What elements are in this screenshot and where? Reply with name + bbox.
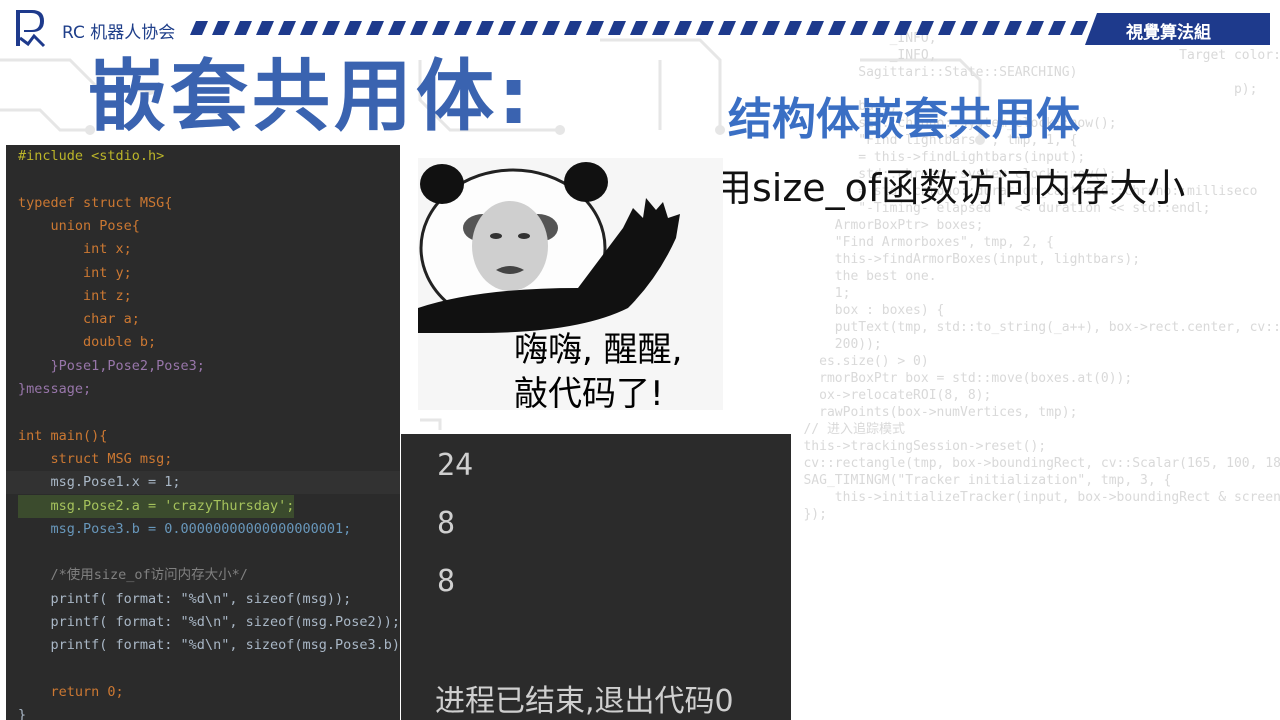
process-exit-message: 进程已结束,退出代码0 <box>435 684 734 719</box>
background-code-line: // 进入追踪模式 <box>780 422 905 437</box>
code-text: typedef struct MSG{ <box>18 194 173 211</box>
slide-description: 使用size_of函数访问内存大小 <box>676 166 1186 210</box>
code-text: int z; <box>18 287 132 304</box>
background-code-line: 200)); <box>780 337 882 352</box>
background-code-line: }); <box>780 507 827 522</box>
code-line: struct MSG msg; <box>6 448 400 471</box>
code-text: printf( format: "%d\n", sizeof(msg.Pose3… <box>18 637 401 654</box>
code-text: union Pose{ <box>18 217 140 234</box>
code-line: int x; <box>6 238 400 261</box>
code-line: }message; <box>6 378 400 401</box>
code-line: msg.Pose1.x = 1; <box>6 471 400 495</box>
background-code-line: ArmorBoxPtr> boxes; <box>780 218 984 233</box>
code-line: printf( format: "%d\n", sizeof(msg.Pose3… <box>6 634 401 657</box>
code-editor-panel: #include <stdio.h> typedef struct MSG{ u… <box>6 145 400 720</box>
code-line: char a; <box>6 308 400 331</box>
background-code-line: cv::rectangle(tmp, box->boundingRect, cv… <box>780 456 1280 471</box>
code-text: }Pose1,Pose2,Pose3; <box>18 357 205 374</box>
code-text: msg.Pose3.b = 0.00000000000000000001; <box>18 520 352 537</box>
code-line: msg.Pose3.b = 0.00000000000000000001; <box>6 518 400 541</box>
code-text: struct MSG msg; <box>18 450 173 467</box>
panda-face-icon <box>418 162 680 333</box>
background-code-line: es.size() > 0) <box>780 354 929 369</box>
code-text: printf( format: "%d\n", sizeof(msg)); <box>18 590 352 607</box>
code-text: printf( format: "%d\n", sizeof(msg.Pose2… <box>18 614 401 630</box>
code-line: } <box>6 704 400 720</box>
background-code-line: this->findArmorBoxes(input, lightbars); <box>780 252 1141 267</box>
code-line: double b; <box>6 331 400 354</box>
code-text: msg.Pose2.a = 'crazyThursday'; <box>18 494 295 518</box>
slide-subtitle: 结构体嵌套共用体 <box>728 94 1080 145</box>
background-code-line: putText(tmp, std::to_string(_a++), box->… <box>780 320 1280 335</box>
code-text: /*使用size_of访问内存大小*/ <box>18 567 248 584</box>
panda-meme-image <box>418 158 723 410</box>
background-code-line: the best one. <box>780 269 937 284</box>
console-output-panel: 24 8 8 进程已结束,退出代码0 <box>401 434 791 720</box>
code-line: int z; <box>6 285 400 308</box>
code-text: #include <stdio.h> <box>18 148 165 164</box>
rc-logo-icon <box>16 10 46 48</box>
code-line: /*使用size_of访问内存大小*/ <box>6 564 400 587</box>
background-code-line: ox->relocateROI(8, 8); <box>780 388 992 403</box>
meme-caption-line1: 嗨嗨, 醒醒, <box>514 330 683 370</box>
background-code-line: _INFO, Target color: <box>780 48 1280 63</box>
code-text: msg.Pose1.x = 1; <box>18 474 181 491</box>
output-value: 8 <box>437 564 456 599</box>
code-line: msg.Pose2.a = 'crazyThursday'; <box>6 494 400 518</box>
code-line: int main(){ <box>6 425 400 448</box>
background-code-line: Sagittari::State::SEARCHING) <box>780 65 1078 80</box>
code-line: printf( format: "%d\n", sizeof(msg.Pose2… <box>6 611 401 634</box>
background-code-line: this->initializeTracker(input, box->boun… <box>780 490 1280 505</box>
background-code-line: 1; <box>780 286 851 301</box>
background-code-line: this->trackingSession->reset(); <box>780 439 1047 454</box>
code-line: typedef struct MSG{ <box>6 192 400 215</box>
code-text: int x; <box>18 241 132 258</box>
code-text: char a; <box>18 311 140 328</box>
code-line: return 0; <box>6 681 400 704</box>
output-value: 24 <box>437 448 474 483</box>
background-code-line: rawPoints(box->numVertices, tmp); <box>780 405 1078 420</box>
background-code-line: SAG_TIMINGM("Tracker initialization", tm… <box>780 473 1172 488</box>
code-text: int main(){ <box>18 427 108 444</box>
code-line: union Pose{ <box>6 215 400 238</box>
org-name: RC 机器人协会 <box>62 23 176 43</box>
code-text: return 0; <box>18 683 124 700</box>
code-text: int y; <box>18 264 132 281</box>
team-label: 視覺算法組 <box>1126 23 1211 43</box>
background-code-line: rmorBoxPtr box = std::move(boxes.at(0)); <box>780 371 1133 386</box>
code-text: }message; <box>18 381 92 397</box>
code-line: }Pose1,Pose2,Pose3; <box>6 355 400 378</box>
meme-caption-line2: 敲代码了! <box>514 374 664 414</box>
background-code-line: "Find Armorboxes", tmp, 2, { <box>780 235 1054 250</box>
header-stripe-bar <box>190 21 1090 35</box>
code-text: } <box>18 707 27 720</box>
code-line: printf( format: "%d\n", sizeof(msg)); <box>6 588 400 611</box>
slide-title: 嵌套共用体: <box>88 52 534 142</box>
output-value: 8 <box>437 506 456 541</box>
code-text: double b; <box>18 334 157 351</box>
code-line: int y; <box>6 262 400 285</box>
background-code-line: box : boxes) { <box>780 303 945 318</box>
code-line: #include <stdio.h> <box>6 145 400 168</box>
